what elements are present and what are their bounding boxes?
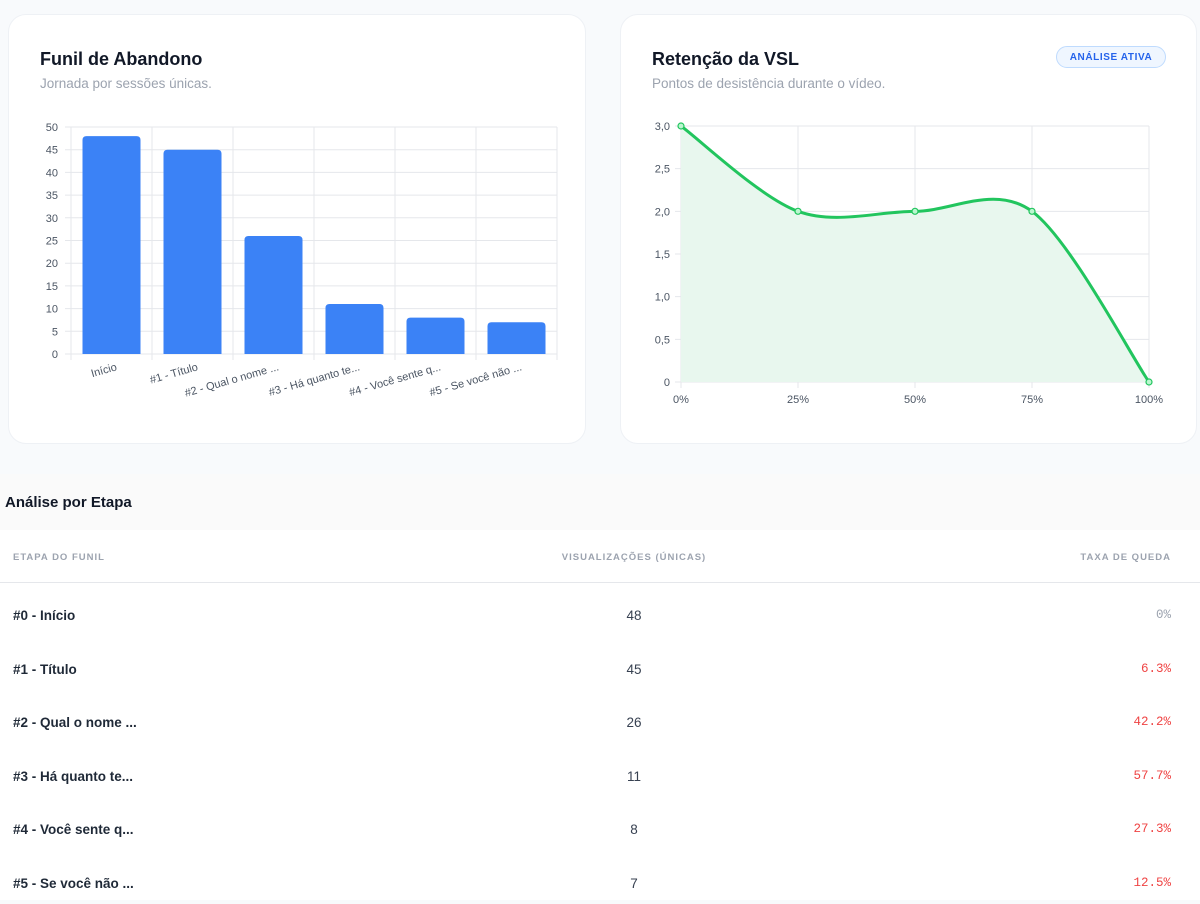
y-tick-label: 10 <box>46 304 58 316</box>
table-row: #2 - Qual o nome ... 26 42.2% <box>0 690 1200 744</box>
bar <box>83 136 141 354</box>
column-header-views: VISUALIZAÇÕES (ÚNICAS) <box>562 552 706 563</box>
y-tick-label: 30 <box>46 213 58 225</box>
views-cell: 11 <box>627 769 641 784</box>
x-tick-label: 50% <box>904 394 926 406</box>
x-tick-label: #4 - Você sente q... <box>348 361 442 399</box>
bar <box>407 318 465 354</box>
vsl-retention-chart: 0 0,5 1,0 1,5 2,0 2,5 3,0 0% 25% 50% 75% 100% <box>621 15 1198 445</box>
table-body: #0 - Início 48 0% #1 - Título 45 6.3% #2… <box>0 583 1200 904</box>
views-cell: 45 <box>626 662 641 677</box>
table-row: #5 - Se você não ... 7 12.5% <box>0 851 1200 904</box>
y-tick-label: 40 <box>46 167 58 179</box>
bar <box>164 150 222 354</box>
views-cell: 48 <box>626 608 641 623</box>
y-tick-label: 2,5 <box>655 164 670 176</box>
y-tick-label: 15 <box>46 281 58 293</box>
drop-rate-cell: 27.3% <box>1133 822 1171 836</box>
x-tick-label: 0% <box>673 394 689 406</box>
stage-cell: #5 - Se você não ... <box>13 876 134 891</box>
stage-cell: #1 - Título <box>13 662 77 677</box>
table-row: #4 - Você sente q... 8 27.3% <box>0 797 1200 851</box>
y-tick-label: 0,5 <box>655 334 670 346</box>
funnel-card: Funil de Abandono Jornada por sessões ún… <box>8 14 586 444</box>
y-tick-label: 2,0 <box>655 206 670 218</box>
bar <box>488 322 546 354</box>
y-tick-label: 35 <box>46 190 58 202</box>
drop-rate-cell: 0% <box>1156 608 1171 622</box>
data-point <box>678 123 684 129</box>
vsl-card: Retenção da VSL Pontos de desistência du… <box>620 14 1197 444</box>
y-tick-label: 1,0 <box>655 292 670 304</box>
x-tick-label: #5 - Se você não ... <box>428 361 523 399</box>
x-tick-label: 100% <box>1135 394 1163 406</box>
stage-analysis-section: Análise por Etapa ETAPA DO FUNIL VISUALI… <box>0 474 1200 900</box>
views-cell: 8 <box>630 822 638 837</box>
y-tick-label: 3,0 <box>655 121 670 133</box>
x-tick-label: #2 - Qual o nome ... <box>184 361 281 399</box>
y-tick-label: 20 <box>46 258 58 270</box>
x-tick-label: #1 - Título <box>149 361 200 386</box>
views-cell: 26 <box>626 715 641 730</box>
stage-cell: #4 - Você sente q... <box>13 822 134 837</box>
views-cell: 7 <box>630 876 638 891</box>
table-row: #0 - Início 48 0% <box>0 583 1200 637</box>
table-row: #3 - Há quanto te... 11 57.7% <box>0 744 1200 798</box>
stage-cell: #3 - Há quanto te... <box>13 769 133 784</box>
bar <box>245 236 303 354</box>
x-tick-label: 75% <box>1021 394 1043 406</box>
column-header-drop-rate: TAXA DE QUEDA <box>1080 552 1171 563</box>
stage-cell: #0 - Início <box>13 608 75 623</box>
data-point <box>1029 208 1035 214</box>
y-tick-label: 1,5 <box>655 249 670 261</box>
stage-analysis-title: Análise por Etapa <box>0 474 1200 530</box>
y-tick-label: 25 <box>46 236 58 248</box>
table-header-row: ETAPA DO FUNIL VISUALIZAÇÕES (ÚNICAS) TA… <box>0 530 1200 583</box>
x-tick-label: Início <box>90 361 119 380</box>
table-row: #1 - Título 45 6.3% <box>0 637 1200 691</box>
data-point <box>795 208 801 214</box>
y-tick-label: 5 <box>52 326 58 338</box>
y-tick-label: 0 <box>664 377 670 389</box>
drop-rate-cell: 6.3% <box>1141 662 1171 676</box>
y-tick-label: 45 <box>46 145 58 157</box>
data-point <box>1146 379 1152 385</box>
bar <box>326 304 384 354</box>
stage-cell: #2 - Qual o nome ... <box>13 715 137 730</box>
data-point <box>912 208 918 214</box>
y-tick-label: 50 <box>46 122 58 134</box>
x-tick-label: #3 - Há quanto te... <box>267 361 361 398</box>
x-tick-label: 25% <box>787 394 809 406</box>
y-tick-label: 0 <box>52 349 58 361</box>
drop-rate-cell: 57.7% <box>1133 769 1171 783</box>
drop-rate-cell: 42.2% <box>1133 715 1171 729</box>
column-header-stage: ETAPA DO FUNIL <box>13 552 105 563</box>
drop-rate-cell: 12.5% <box>1133 876 1171 890</box>
funnel-bar-chart: 0 5 10 15 20 25 30 35 40 45 50 Início #1 - Título#2 … <box>9 15 587 445</box>
